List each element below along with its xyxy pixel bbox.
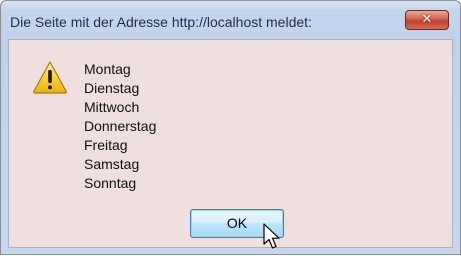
message-line-montag: Montag <box>84 61 131 77</box>
alert-dialog: Die Seite mit der Adresse http://localho… <box>0 0 461 255</box>
warning-icon <box>32 60 68 94</box>
message-line-samstag: Samstag <box>84 156 140 172</box>
title-bar[interactable]: Die Seite mit der Adresse http://localho… <box>1 1 460 39</box>
message-line-dienstag: Dienstag <box>84 80 140 96</box>
message-line-donnerstag: Donnerstag <box>84 118 157 134</box>
dialog-body: Montag Dienstag Mittwoch Donnerstag Frei… <box>8 39 453 248</box>
message-text: Montag Dienstag Mittwoch Donnerstag Frei… <box>84 60 156 193</box>
message-line-mittwoch: Mittwoch <box>84 99 140 115</box>
message-line-sonntag: Sonntag <box>84 175 137 191</box>
message-line-freitag: Freitag <box>84 137 128 153</box>
close-button[interactable]: ✕ <box>405 10 449 30</box>
mouse-pointer-icon <box>263 223 283 251</box>
close-icon: ✕ <box>421 12 433 27</box>
dialog-title: Die Seite mit der Adresse http://localho… <box>10 14 312 30</box>
